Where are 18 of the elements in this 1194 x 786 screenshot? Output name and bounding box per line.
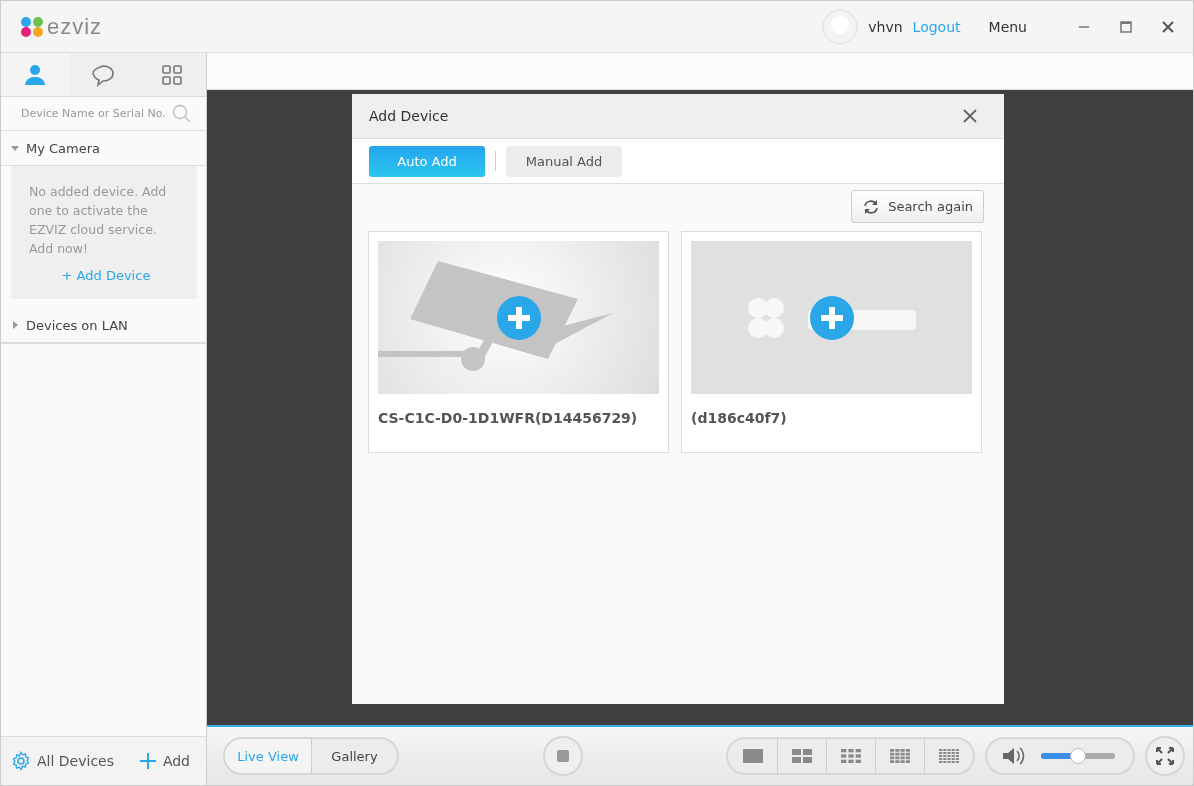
dialog-title: Add Device xyxy=(369,108,449,124)
add-button[interactable]: Add xyxy=(138,752,190,770)
view-tab[interactable]: Gallery xyxy=(311,739,397,773)
tree-group-label: My Camera xyxy=(26,140,101,156)
search-field[interactable]: Device Name or Serial No. xyxy=(19,106,172,121)
empty-state-message: No added device. Add one to activate the EZVIZ cloud service. Add now! xyxy=(29,183,168,258)
tree-group-label: Devices on LAN xyxy=(26,317,128,333)
dialog-tab[interactable]: Manual Add xyxy=(506,145,622,177)
menu-button[interactable]: Menu xyxy=(988,18,1027,35)
device-card[interactable]: (d186c40f7) xyxy=(681,231,982,453)
device-card[interactable]: CS-C1C-D0-1D1WFR(D14456729) xyxy=(368,231,669,453)
device-name: (d186c40f7) xyxy=(691,410,788,426)
tree-group-header[interactable]: Devices on LAN xyxy=(1,308,206,343)
device-name: CS-C1C-D0-1D1WFR(D14456729) xyxy=(378,410,639,426)
logo-text: ezviz xyxy=(47,13,103,40)
all-devices-button[interactable]: All Devices xyxy=(11,751,114,771)
username: vhvn xyxy=(868,18,903,35)
search-again-button[interactable]: Search again xyxy=(851,190,984,223)
